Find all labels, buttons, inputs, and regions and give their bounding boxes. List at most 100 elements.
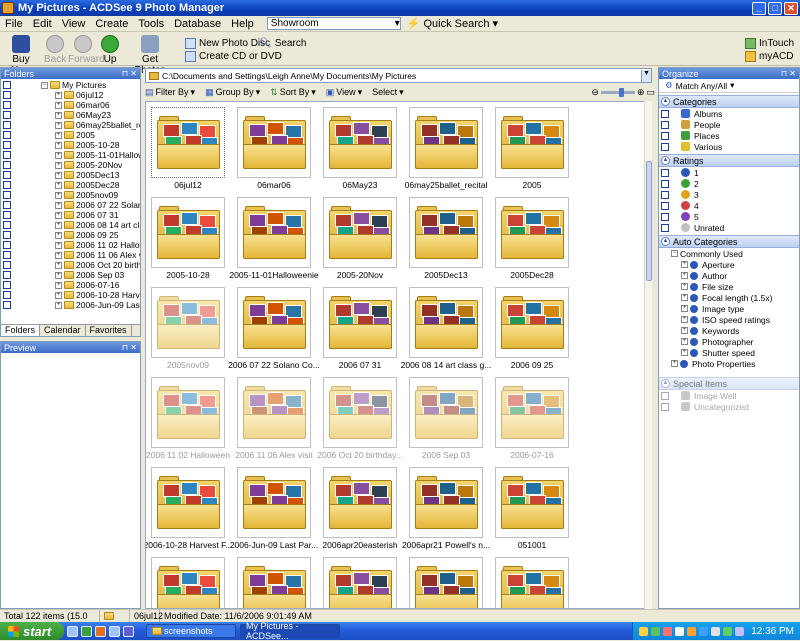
checkbox[interactable] [661,402,669,411]
expand-icon[interactable]: + [681,327,688,334]
folder-thumbnail[interactable] [323,197,397,268]
minimize-button[interactable]: _ [752,1,766,15]
expand-icon[interactable]: + [55,131,62,139]
expand-icon[interactable]: + [55,221,62,229]
expand-icon[interactable]: + [55,141,62,149]
folder-thumbnail[interactable] [237,557,311,608]
expand-icon[interactable]: + [55,301,62,309]
task-acdsee[interactable]: My Pictures - ACDSee... [240,621,340,641]
select-button[interactable]: Select ▾ [372,87,404,98]
auto-category-item[interactable]: + Keywords [659,325,799,336]
folder-tree-item[interactable]: +2005-11-01Hallow [1,150,140,160]
folder-thumbnail[interactable] [409,287,483,358]
quick-search-button[interactable]: ⚡ Quick Search ▾ [407,17,498,31]
create-cd-button[interactable]: Create CD or DVD [185,51,282,62]
tab-calendar[interactable]: Calendar [40,325,86,336]
checkbox[interactable] [661,168,669,177]
expand-icon[interactable]: + [55,171,62,179]
special-items-header[interactable]: ▲ Special Items [659,377,799,390]
rating-item[interactable]: 1 [659,167,799,178]
folder-thumbnail[interactable] [323,107,397,178]
checkbox[interactable] [3,251,11,259]
folder-tree-item[interactable]: +06mar06 [1,100,140,110]
folder-thumbnail[interactable] [151,107,225,178]
auto-category-item[interactable]: + Image type [659,303,799,314]
search-button[interactable]: 🔍︎ Search [259,38,306,49]
scrollbar-thumb[interactable] [646,161,652,281]
category-item[interactable]: People [659,119,799,130]
auto-category-item[interactable]: + Shutter speed [659,347,799,358]
folder-tree-item[interactable]: +2005-20Nov [1,160,140,170]
quicklaunch-icon[interactable] [95,625,106,637]
expand-icon[interactable]: + [55,291,62,299]
checkbox[interactable] [661,120,669,129]
folder-tree-item[interactable]: +2006 11 02 Hallow [1,240,140,250]
folder-tree-item[interactable]: − My Pictures [1,80,140,90]
folder-thumbnail[interactable] [409,107,483,178]
expand-icon[interactable]: + [55,201,62,209]
checkbox[interactable] [3,221,11,229]
checkbox[interactable] [3,291,11,299]
expand-icon[interactable]: + [681,261,688,268]
expand-icon[interactable]: + [55,121,62,129]
folder-tree-item[interactable]: +2005-10-28 [1,140,140,150]
folder-thumbnail[interactable] [237,467,311,538]
checkbox[interactable] [661,131,669,140]
tray-icon[interactable] [651,626,661,636]
checkbox[interactable] [3,301,11,309]
rating-item[interactable]: Unrated [659,222,799,233]
folder-tree-item[interactable]: +2005Dec28 [1,180,140,190]
categories-header[interactable]: ▲ Categories [659,95,799,108]
folder-thumbnail[interactable] [323,287,397,358]
folder-tree-item[interactable]: +2006 11 06 Alex v [1,250,140,260]
folder-thumbnail[interactable] [409,557,483,608]
filter-by-button[interactable]: ▤ Filter By ▾ [145,87,195,98]
expand-icon[interactable]: + [55,251,62,259]
zoom-track[interactable] [600,87,635,97]
tray-icon[interactable] [735,626,745,636]
folder-tree-item[interactable]: +2005 [1,130,140,140]
folder-thumbnail[interactable] [237,377,311,448]
checkbox[interactable] [661,179,669,188]
tab-favorites[interactable]: Favorites [86,325,132,336]
expand-icon[interactable]: + [55,191,62,199]
folder-tree-item[interactable]: +06jul12 [1,90,140,100]
checkbox[interactable] [661,201,669,210]
start-button[interactable]: start [0,622,64,640]
auto-category-item[interactable]: + Author [659,270,799,281]
menu-tools[interactable]: Tools [133,18,169,30]
menu-create[interactable]: Create [90,18,133,30]
folder-tree-item[interactable]: +2006-Jun-09 Last [1,300,140,310]
quicklaunch-icon[interactable] [123,625,134,637]
expand-icon[interactable]: + [671,360,678,367]
expand-icon[interactable]: + [681,294,688,301]
pin-icon[interactable]: ⊓ ✕ [122,69,140,78]
showroom-dropdown[interactable]: Showroom ▾ [266,17,401,30]
view-button[interactable]: ▣ View ▾ [326,87,362,98]
folder-thumbnail[interactable] [151,557,225,608]
checkbox[interactable] [3,111,11,119]
rating-item[interactable]: 3 [659,189,799,200]
tab-folders[interactable]: Folders [1,325,41,336]
folder-thumbnail[interactable] [409,197,483,268]
zoom-out-icon[interactable]: ⊖ [591,87,599,98]
folder-tree-item[interactable]: +2006 Sep 03 [1,270,140,280]
folder-tree-item[interactable]: +2005nov09 [1,190,140,200]
expand-icon[interactable]: + [681,349,688,356]
expand-icon[interactable]: + [681,316,688,323]
folder-thumbnail[interactable] [495,467,569,538]
folder-tree-item[interactable]: +06may25ballet_reci [1,120,140,130]
auto-category-item[interactable]: + File size [659,281,799,292]
special-item[interactable]: Uncategorized [659,401,799,412]
checkbox[interactable] [3,261,11,269]
folder-thumbnail[interactable] [409,467,483,538]
expand-icon[interactable]: + [55,181,62,189]
checkbox[interactable] [3,281,11,289]
checkbox[interactable] [3,161,11,169]
folder-thumbnail[interactable] [151,197,225,268]
folder-thumbnail[interactable] [323,467,397,538]
folder-tree-item[interactable]: +06May23 [1,110,140,120]
task-screenshots[interactable]: screenshots [146,624,236,638]
checkbox[interactable] [3,231,11,239]
tray-icon[interactable] [699,626,709,636]
